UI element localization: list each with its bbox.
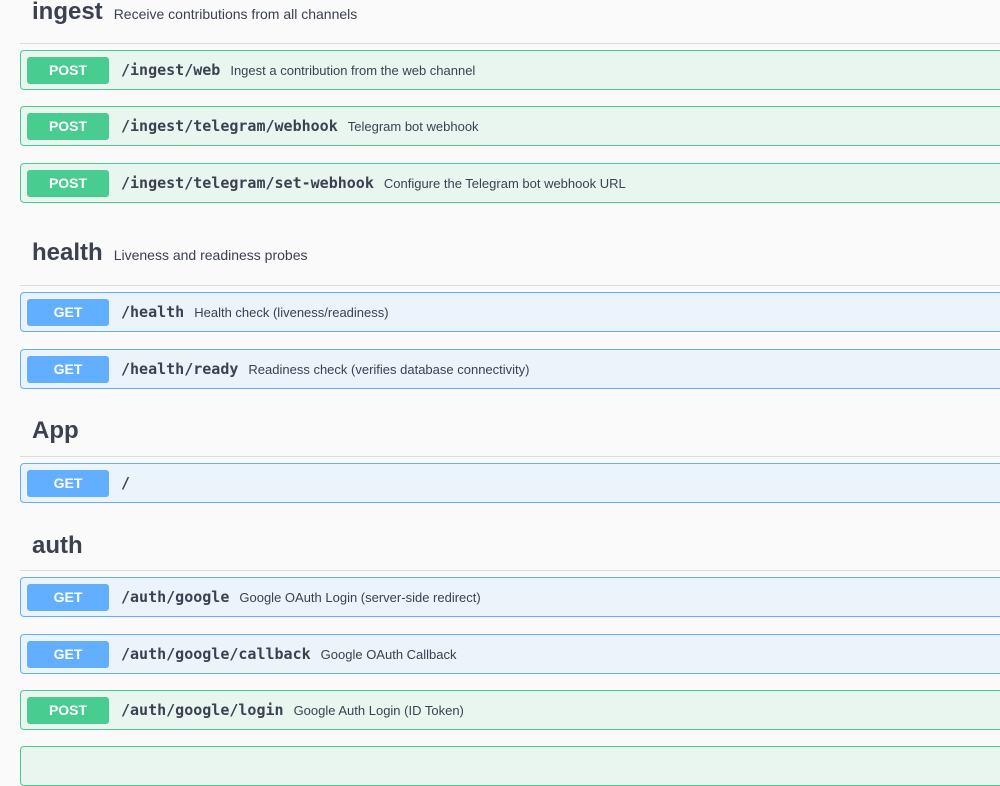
method-badge: POST — [27, 56, 109, 84]
endpoint-summary: Readiness check (verifies database conne… — [248, 361, 530, 377]
method-badge: GET — [27, 469, 109, 497]
endpoint-summary: Google OAuth Login (server-side redirect… — [239, 589, 481, 605]
endpoint-summary: Telegram bot webhook — [347, 118, 479, 134]
endpoint-path: /auth/google — [121, 588, 230, 606]
method-badge: GET — [27, 640, 109, 668]
operation-post-ingest-web[interactable]: POST /ingest/web Ingest a contribution f… — [20, 50, 1000, 90]
operation-get-root[interactable]: GET / — [20, 463, 1000, 503]
endpoint-path: / — [121, 474, 131, 492]
operation-get-auth-google-callback[interactable]: GET /auth/google/callback Google OAuth C… — [20, 634, 1000, 674]
method-badge: GET — [27, 298, 109, 326]
tag-title: App — [32, 417, 79, 444]
endpoint-path: /auth/google/login — [121, 701, 284, 719]
operation-partial-next[interactable] — [20, 746, 1000, 786]
tag-description: Receive contributions from all channels — [113, 6, 358, 22]
tag-description: Liveness and readiness probes — [113, 247, 308, 263]
endpoint-path: /health — [121, 303, 185, 321]
tag-title: ingest — [32, 0, 103, 25]
tag-title: auth — [32, 532, 83, 559]
method-badge: POST — [27, 169, 109, 197]
tag-header-ingest[interactable]: ingest Receive contributions from all ch… — [32, 0, 1000, 24]
endpoint-path: /auth/google/callback — [121, 645, 311, 663]
divider — [20, 570, 1000, 571]
tag-header-auth[interactable]: auth — [32, 534, 1000, 558]
endpoint-path: /ingest/web — [121, 61, 221, 79]
endpoint-summary: Ingest a contribution from the web chann… — [230, 62, 476, 78]
method-badge: GET — [27, 355, 109, 383]
method-badge: GET — [27, 583, 109, 611]
endpoint-path: /ingest/telegram/set-webhook — [121, 174, 374, 192]
method-badge: POST — [27, 696, 109, 724]
operation-post-ingest-telegram-webhook[interactable]: POST /ingest/telegram/webhook Telegram b… — [20, 106, 1000, 146]
divider — [20, 456, 1000, 457]
operation-post-ingest-telegram-set-webhook[interactable]: POST /ingest/telegram/set-webhook Config… — [20, 163, 1000, 203]
tag-title: health — [32, 239, 103, 266]
method-badge: POST — [27, 112, 109, 140]
endpoint-summary: Google Auth Login (ID Token) — [293, 702, 464, 718]
operation-post-auth-google-login[interactable]: POST /auth/google/login Google Auth Logi… — [20, 690, 1000, 730]
endpoint-summary: Google OAuth Callback — [320, 646, 457, 662]
tag-header-health[interactable]: health Liveness and readiness probes — [32, 241, 1000, 265]
operation-get-auth-google[interactable]: GET /auth/google Google OAuth Login (ser… — [20, 577, 1000, 617]
endpoint-path: /ingest/telegram/webhook — [121, 117, 338, 135]
endpoint-path: /health/ready — [121, 360, 239, 378]
divider — [20, 43, 1000, 44]
divider — [20, 285, 1000, 286]
endpoint-summary: Health check (liveness/readiness) — [194, 304, 389, 320]
endpoint-summary: Configure the Telegram bot webhook URL — [383, 175, 626, 191]
operation-get-health-ready[interactable]: GET /health/ready Readiness check (verif… — [20, 349, 1000, 389]
operation-get-health[interactable]: GET /health Health check (liveness/readi… — [20, 292, 1000, 332]
tag-header-app[interactable]: App — [32, 419, 1000, 443]
